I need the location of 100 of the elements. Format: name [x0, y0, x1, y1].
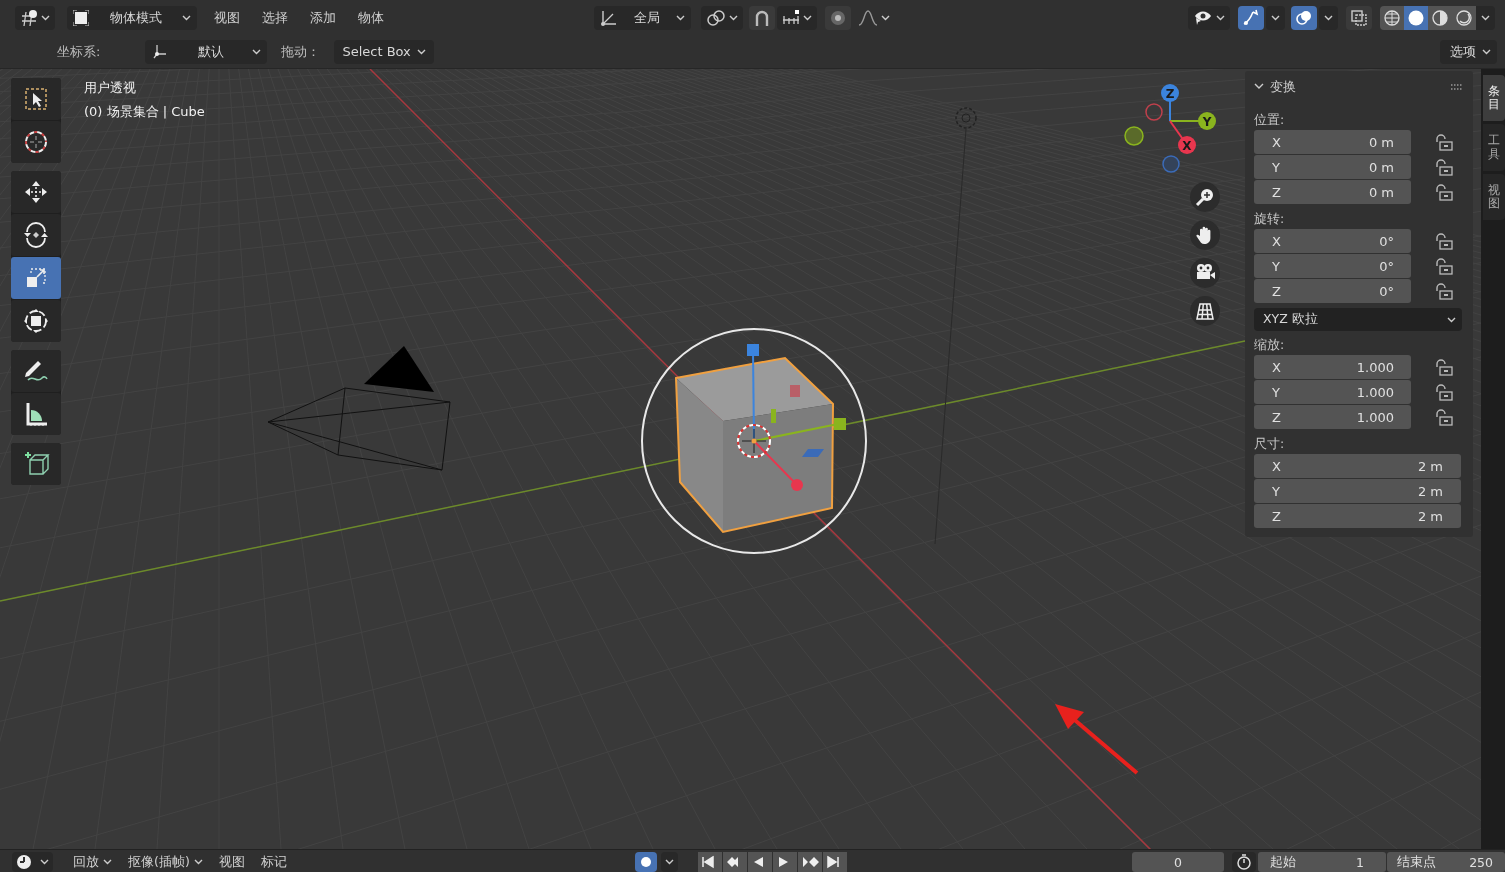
open-lock-icon[interactable] [1435, 183, 1453, 201]
rotation-mode-dropdown[interactable]: XYZ 欧拉 [1254, 308, 1462, 331]
open-lock-icon[interactable] [1435, 383, 1453, 401]
caret-icon [676, 14, 685, 21]
playback-button[interactable] [797, 852, 822, 872]
open-lock-icon[interactable] [1435, 158, 1453, 176]
axis-ball[interactable]: X [1178, 136, 1196, 154]
tool-button[interactable] [11, 350, 61, 392]
keying-dropdown[interactable] [660, 852, 678, 872]
gizmo-dropdown[interactable] [1266, 5, 1285, 30]
menu-item[interactable]: 视图 [210, 853, 253, 871]
menu-item[interactable]: 选择 [251, 8, 299, 27]
playback-button[interactable] [697, 852, 722, 872]
perspective-grid-button[interactable] [1190, 296, 1220, 326]
bell-curve-icon [858, 8, 878, 27]
snap-toggle[interactable] [749, 5, 775, 30]
cube-plus-icon [22, 450, 50, 478]
playback-button[interactable] [722, 852, 747, 872]
tool-button[interactable] [11, 300, 61, 342]
transform-gizmo[interactable] [737, 344, 846, 491]
caret-icon [664, 859, 674, 865]
current-frame-field[interactable]: 0 [1132, 852, 1224, 872]
proportional-toggle[interactable] [825, 5, 851, 30]
number-field[interactable]: Y 0° [1254, 254, 1411, 278]
number-field[interactable]: X 2 m [1254, 454, 1461, 478]
orientation-dropdown[interactable]: 全局 [594, 5, 691, 30]
menu-item[interactable]: 回放 [65, 853, 120, 871]
open-lock-icon[interactable] [1435, 133, 1453, 151]
number-field[interactable]: Z 2 m [1254, 504, 1461, 528]
pan-button[interactable] [1190, 220, 1220, 250]
number-field[interactable]: Z 1.000 [1254, 405, 1411, 429]
crosshair-circle-icon [22, 128, 50, 156]
playback-button[interactable] [747, 852, 772, 872]
open-lock-icon[interactable] [1435, 408, 1453, 426]
open-lock-icon[interactable] [1435, 282, 1453, 300]
menu-item[interactable]: 添加 [299, 8, 347, 27]
shading-dropdown[interactable] [1476, 5, 1495, 30]
playback-button[interactable] [822, 852, 847, 872]
sidebar-tab[interactable]: 视图 [1483, 173, 1505, 221]
tool-button[interactable] [11, 214, 61, 256]
tool-button[interactable] [11, 78, 61, 120]
number-field[interactable]: X 0° [1254, 229, 1411, 253]
shading-button[interactable] [1404, 5, 1428, 30]
menu-item[interactable]: 视图 [203, 8, 251, 27]
playback-button[interactable] [772, 852, 797, 872]
tool-button[interactable] [11, 121, 61, 163]
number-field[interactable]: X 1.000 [1254, 355, 1411, 379]
zoom-button[interactable] [1190, 182, 1220, 212]
number-field[interactable]: Y 0 m [1254, 155, 1411, 179]
number-field[interactable]: Z 0 m [1254, 180, 1411, 204]
shading-button[interactable] [1380, 5, 1404, 30]
number-field[interactable]: Y 1.000 [1254, 380, 1411, 404]
preview-range-toggle[interactable] [1232, 852, 1256, 872]
camera-view-button[interactable] [1190, 258, 1220, 288]
tool-button[interactable] [11, 443, 61, 485]
overlay-toggle[interactable] [1291, 5, 1317, 30]
sidebar-tab[interactable]: 工具 [1483, 124, 1505, 171]
xray-toggle[interactable] [1346, 5, 1372, 30]
editor-type-button[interactable] [15, 5, 55, 30]
orientation-dropdown[interactable]: 默认 [145, 39, 268, 64]
start-frame-field[interactable]: 起始 1 [1258, 852, 1386, 872]
number-field[interactable]: Z 0° [1254, 279, 1411, 303]
record-button[interactable] [634, 852, 657, 872]
rotate-circle[interactable] [641, 328, 867, 554]
number-field[interactable]: Y 2 m [1254, 479, 1461, 503]
tool-button[interactable] [11, 393, 61, 435]
caret-icon [193, 859, 203, 865]
panel-title[interactable]: 变换 [1270, 78, 1444, 96]
caret-icon [416, 48, 426, 55]
open-lock-icon[interactable] [1435, 358, 1453, 376]
open-lock-icon[interactable] [1435, 232, 1453, 250]
nav-gizmo[interactable]: Z Y X [1124, 84, 1216, 173]
options-dropdown[interactable]: 选项 [1440, 39, 1497, 64]
sidebar-tab[interactable]: 条目 [1483, 75, 1505, 122]
editor-type-button[interactable] [12, 852, 53, 872]
overlapping-squares-icon [1349, 7, 1369, 28]
menu-item[interactable]: 标记 [252, 853, 295, 871]
chevron-down-icon[interactable] [1254, 83, 1264, 91]
menu-item[interactable]: 抠像(插帧) [120, 853, 211, 871]
visibility-dropdown[interactable] [1188, 5, 1230, 30]
overlay-dropdown[interactable] [1319, 5, 1338, 30]
shading-button[interactable] [1452, 5, 1476, 30]
caret-icon [40, 859, 49, 865]
end-frame-field[interactable]: 结束点 250 [1387, 852, 1505, 872]
menu-item[interactable]: 物体 [347, 8, 395, 27]
caret-icon [41, 14, 50, 21]
gizmo-toggle[interactable] [1238, 5, 1264, 30]
open-lock-icon[interactable] [1435, 257, 1453, 275]
axis-ball[interactable]: Y [1198, 112, 1216, 130]
caret-icon [1482, 48, 1491, 55]
snap-target-dropdown[interactable] [777, 5, 817, 30]
mode-dropdown[interactable]: 物体模式 [67, 5, 197, 30]
tool-button[interactable] [11, 171, 61, 213]
shading-button[interactable] [1428, 5, 1452, 30]
pivot-dropdown[interactable] [701, 5, 743, 30]
cube-drawing[interactable] [674, 356, 834, 534]
axis-ball[interactable]: Z [1161, 84, 1179, 102]
number-field[interactable]: X 0 m [1254, 130, 1411, 154]
drag-dropdown[interactable]: Select Box [334, 39, 434, 64]
solid-sphere-icon [1407, 8, 1425, 27]
